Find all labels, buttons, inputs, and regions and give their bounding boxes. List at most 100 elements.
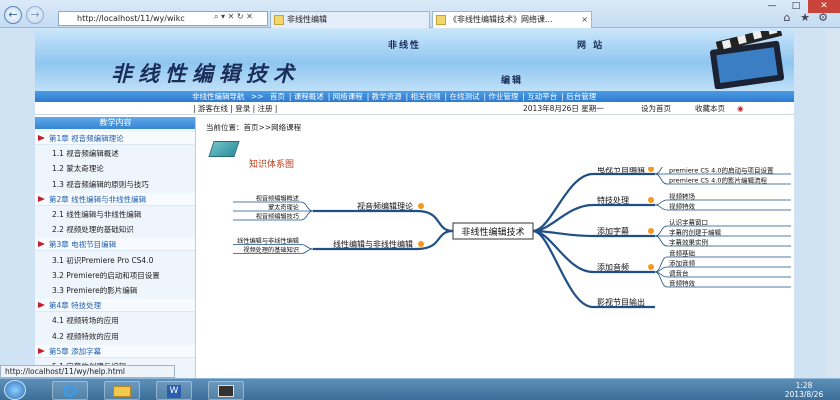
nav-item-forum[interactable]: 互动平台 bbox=[527, 91, 557, 102]
home-icon[interactable]: ⌂ bbox=[780, 11, 794, 25]
branch-label: 添加字幕 bbox=[597, 226, 629, 236]
sidebar-chapter[interactable]: 第5章 添加字幕 bbox=[35, 344, 195, 358]
tab-1[interactable]: 非线性编辑 bbox=[270, 11, 430, 28]
collapse-icon bbox=[648, 228, 654, 234]
banner-text: 非线性 bbox=[388, 41, 422, 51]
forward-button[interactable]: → bbox=[26, 6, 44, 24]
sub-bar: | 游客在线 | 登录 | 注册 | 2013年8月26日 星期一 设为首页 收… bbox=[35, 103, 794, 115]
leaf-label: 音频基础 bbox=[669, 249, 696, 258]
clock[interactable]: 1:28 2013/8/26 bbox=[774, 381, 834, 399]
start-button[interactable] bbox=[4, 380, 26, 400]
branch-line bbox=[313, 209, 454, 233]
branch-line bbox=[532, 229, 655, 238]
address-bar-controls[interactable]: ⌕ ▾ ✕ ↻ ✕ bbox=[214, 12, 253, 22]
sidebar-section[interactable]: 1.2 蒙太奇理论 bbox=[35, 162, 195, 175]
sidebar-section[interactable]: 3.3 Premiere的影片编辑 bbox=[35, 284, 195, 297]
back-button[interactable]: ← bbox=[4, 6, 22, 24]
collapse-icon bbox=[418, 203, 424, 209]
nav-item-overview[interactable]: 课程概述 bbox=[294, 91, 324, 102]
page-icon bbox=[436, 15, 446, 25]
branch-label: 电视节目编辑 bbox=[597, 167, 645, 174]
nav-arrow: >> bbox=[250, 92, 264, 101]
breadcrumb: 当前位置：首页>>网络课程 bbox=[206, 123, 302, 132]
refresh-icon[interactable]: ↻ bbox=[237, 12, 244, 21]
sidebar-section[interactable]: 1.1 视音频编辑概述 bbox=[35, 147, 195, 160]
leaf-label: 字幕的创建于编辑 bbox=[669, 228, 722, 237]
leaf-label: 添加音频 bbox=[669, 259, 696, 268]
nav-item-homework[interactable]: 作业管理 bbox=[488, 91, 518, 102]
sidebar-section[interactable]: 1.3 视音频编辑的原则与技巧 bbox=[35, 178, 195, 191]
leaf-label: 视频转场 bbox=[669, 192, 696, 201]
clock-time: 1:28 bbox=[795, 381, 813, 390]
center-node-label: 非线性编辑技术 bbox=[461, 226, 524, 238]
nav-item-videos[interactable]: 相关视频 bbox=[411, 91, 441, 102]
sidebar: 教学内容 第1章 视音频编辑理论 1.1 视音频编辑概述 1.2 蒙太奇理论 1.3 … bbox=[35, 117, 196, 385]
nav-item-home[interactable]: 首页 bbox=[270, 91, 285, 102]
leaf-label: 线性编辑与非线性编辑 bbox=[237, 237, 299, 245]
sidebar-section[interactable]: 2.1 线性编辑与非线性编辑 bbox=[35, 208, 195, 221]
explorer-taskbar-icon[interactable] bbox=[104, 381, 140, 400]
sidebar-section[interactable]: 4.1 视频转场的应用 bbox=[35, 314, 195, 327]
close-icon[interactable]: ✕ bbox=[228, 12, 235, 21]
site-banner: 非线性 网 站 编辑 非线性编辑技术 bbox=[35, 29, 794, 91]
sidebar-chapter[interactable]: 第4章 特技处理 bbox=[35, 299, 195, 313]
banner-text: 网 站 bbox=[577, 41, 605, 51]
leaf-label: premiere CS 4.0的启动与项目设置 bbox=[669, 167, 774, 175]
sidebar-chapter[interactable]: 第3章 电视节目编辑 bbox=[35, 238, 195, 252]
clock-date: 2013/8/26 bbox=[784, 390, 824, 399]
leaf-label: 视频特效 bbox=[669, 202, 696, 211]
branch-line bbox=[532, 172, 655, 233]
leaf-label: 视音频编辑技巧 bbox=[256, 213, 299, 221]
bookmark-link[interactable]: 收藏本页 bbox=[695, 103, 725, 115]
collapse-icon bbox=[418, 241, 424, 247]
page-icon bbox=[274, 15, 284, 25]
date-text: 2013年8月26日 星期一 bbox=[523, 104, 604, 113]
nav-item-resources[interactable]: 教学资源 bbox=[372, 91, 402, 102]
favorites-icon[interactable]: ★ bbox=[798, 11, 812, 25]
tab-2[interactable]: 《非线性编辑技术》网络课... × bbox=[432, 11, 592, 28]
close-tab-icon[interactable]: × bbox=[581, 12, 588, 27]
leaf-label: 视音频编辑概述 bbox=[256, 195, 299, 203]
collapse-icon bbox=[648, 167, 654, 172]
ie-taskbar-icon[interactable] bbox=[52, 381, 88, 400]
branch-label: 影视节目输出 bbox=[597, 297, 645, 307]
sidebar-section[interactable]: 2.2 视频处理的基础知识 bbox=[35, 223, 195, 236]
leaf-label: 认识字幕窗口 bbox=[669, 218, 708, 227]
nav-item-admin[interactable]: 后台管理 bbox=[566, 91, 596, 102]
leaf-label: 视频处理的基础知识 bbox=[243, 246, 299, 254]
sidebar-chapter[interactable]: 第2章 线性编辑与非线性编辑 bbox=[35, 192, 195, 206]
leaf-label: 音频特效 bbox=[669, 279, 696, 288]
site-nav: 非线性编辑导航 >> 首页 | 课程概述 | 网络课程 | 教学资源 | 相关视频 | 在… bbox=[35, 91, 794, 102]
leaf-label: 调音台 bbox=[669, 269, 689, 278]
search-icon[interactable]: ⌕ bbox=[214, 12, 218, 21]
mind-map: 非线性编辑技术电视节目编辑初识premiere CS 4.0premiere C… bbox=[233, 167, 791, 309]
sidebar-section[interactable]: 3.1 初识Premiere Pro CS4.0 bbox=[35, 254, 195, 267]
set-homepage-link[interactable]: 设为首页 bbox=[641, 103, 671, 115]
login-links[interactable]: | 游客在线 | 登录 | 注册 | bbox=[193, 103, 277, 115]
stop-icon[interactable]: ✕ bbox=[246, 12, 253, 21]
status-bar: http://localhost/11/wy/help.html bbox=[0, 365, 175, 378]
web-page: 非线性 网 站 编辑 非线性编辑技术 非线性编辑导航 >> 首页 | 课程概述 | … bbox=[35, 29, 794, 385]
branch-line bbox=[532, 203, 655, 233]
window-taskbar-icon[interactable] bbox=[208, 381, 244, 400]
branch-label: 添加音频 bbox=[597, 262, 629, 272]
gear-icon[interactable]: ⚙ bbox=[816, 11, 830, 25]
main-content: 当前位置：首页>>网络课程 知识体系图 非线性编辑技术电视节目编辑初识premi… bbox=[203, 117, 794, 385]
book-icon bbox=[208, 141, 240, 157]
sidebar-chapter[interactable]: 第1章 视音频编辑理论 bbox=[35, 132, 195, 145]
sidebar-section[interactable]: 4.2 视频特效的应用 bbox=[35, 330, 195, 343]
banner-text: 编辑 bbox=[501, 76, 524, 86]
leaf-label: premiere CS 4.0的影片编辑流程 bbox=[669, 176, 767, 185]
film-reel-icon bbox=[709, 31, 785, 89]
nav-item-course[interactable]: 网络课程 bbox=[333, 91, 363, 102]
branch-label: 特技处理 bbox=[597, 195, 629, 205]
word-taskbar-icon[interactable]: W bbox=[156, 381, 192, 400]
leaf-label: 蒙太奇理论 bbox=[268, 204, 300, 212]
bookmark-icon: ◉ bbox=[737, 104, 744, 113]
page-scrollbar[interactable] bbox=[826, 29, 840, 378]
leaf-label: 字幕效果实例 bbox=[669, 238, 708, 247]
nav-item-test[interactable]: 在线测试 bbox=[449, 91, 479, 102]
nav-label: 非线性编辑导航 bbox=[192, 92, 245, 101]
sidebar-section[interactable]: 3.2 Premiere的启动和项目设置 bbox=[35, 269, 195, 282]
browser-tab-bar: ← → http://localhost/11/wy/wikc ⌕ ▾ ✕ ↻ … bbox=[0, 0, 840, 28]
